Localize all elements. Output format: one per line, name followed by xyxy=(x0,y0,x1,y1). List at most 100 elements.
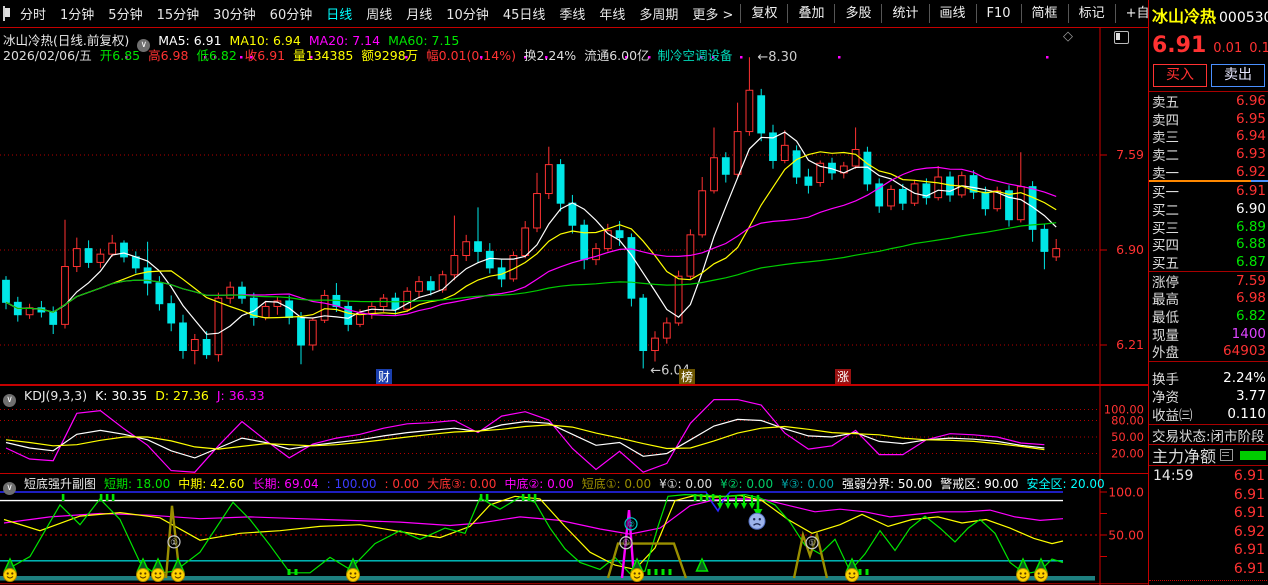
legend-item: 额9298万 xyxy=(361,48,418,63)
tool-menu-item[interactable]: 复权 xyxy=(740,4,787,23)
smiley-face-icon xyxy=(137,569,150,582)
tool-menu-item[interactable]: 简框 xyxy=(1021,4,1068,23)
level-price: 6.94 xyxy=(1236,128,1266,144)
candlestick-chart[interactable]: ←8.30←6.04财榜涨7.596.906.21 xyxy=(0,27,1148,385)
tool-menu-item[interactable]: 统计 xyxy=(881,4,928,23)
period-tab[interactable]: 多周期 xyxy=(632,4,685,23)
level-price: 6.96 xyxy=(1236,93,1266,109)
period-tab[interactable]: 分时 xyxy=(13,4,53,23)
period-tab[interactable]: 季线 xyxy=(552,4,592,23)
tool-menu-item[interactable]: 画线 xyxy=(929,4,976,23)
legend-item: 高6.98 xyxy=(148,48,188,63)
price-change-percent: 0.14% xyxy=(1249,41,1268,56)
bid-level-row[interactable]: 买三6.89 xyxy=(1149,218,1268,236)
period-tab[interactable]: 1分钟 xyxy=(53,4,101,23)
period-tab[interactable]: 年线 xyxy=(592,4,632,23)
period-tab[interactable]: 60分钟 xyxy=(263,4,320,23)
stat-row: 最高6.98 xyxy=(1149,290,1268,308)
legend-item: K: 30.35 xyxy=(95,388,147,403)
stat-row: 外盘64903 xyxy=(1149,343,1268,361)
legend-item: 警戒区: 90.00 xyxy=(940,477,1018,491)
bottom-signal-bar xyxy=(662,569,665,575)
price-axis-label: 7.59 xyxy=(1116,147,1144,162)
tick-row: 6.92 xyxy=(1149,523,1268,542)
detail-list-icon[interactable] xyxy=(1220,449,1233,461)
stat-value: 7.59 xyxy=(1236,273,1266,289)
tick-row: 6.91 xyxy=(1149,504,1268,523)
buy-mark xyxy=(100,494,103,501)
bottom-signal-bar xyxy=(288,569,291,575)
watermark-text: 榜 xyxy=(681,369,693,384)
period-tab[interactable]: 15分钟 xyxy=(150,4,207,23)
tool-menu-item[interactable]: F10 xyxy=(976,4,1021,23)
ma-line-60 xyxy=(6,223,1056,313)
legend-item: 低6.82 xyxy=(196,48,236,63)
period-toolbar: 分时1分钟5分钟15分钟30分钟60分钟日线周线月线10分钟45日线季线年线多周… xyxy=(0,0,1148,28)
period-tab[interactable]: 日线 xyxy=(319,4,359,23)
period-tab[interactable]: 5分钟 xyxy=(101,4,149,23)
stat-value: 0.110 xyxy=(1227,406,1266,422)
legend-item: 开6.85 xyxy=(100,48,140,63)
last-price: 6.91 xyxy=(1152,33,1206,58)
bottom-signal-bar xyxy=(655,569,658,575)
legend-item: : 100.00 xyxy=(327,477,377,491)
level-label: 买五 xyxy=(1152,252,1179,272)
diamond-icon[interactable]: ◇ xyxy=(1063,29,1073,44)
legend-item: 收6.91 xyxy=(245,48,285,63)
legend-item: D: 27.36 xyxy=(155,388,209,403)
quote-sidebar: 冰山冷热000530 6.91 0.01 0.14% 买入 卖出 卖五6.96卖… xyxy=(1148,0,1268,585)
legend-item: J: 36.33 xyxy=(217,388,265,403)
level-price: 6.95 xyxy=(1236,111,1266,127)
smiley-face-icon xyxy=(1017,569,1030,582)
legend-item: 2026/02/06/五 xyxy=(3,48,92,63)
bid-level-row[interactable]: 买四6.88 xyxy=(1149,236,1268,254)
sub-indicator-header: ∨短底强升副图短期: 18.00中期: 42.60长期: 69.04: 100.… xyxy=(3,475,1121,495)
event-dot xyxy=(1046,56,1049,59)
legend-item: : 0.00 xyxy=(385,477,420,491)
legend-item: ¥③: 0.00 xyxy=(781,477,834,491)
buy-mark xyxy=(694,494,697,501)
buy-mark xyxy=(480,494,483,501)
stock-code: 000530 xyxy=(1219,10,1268,26)
bid-level-row[interactable]: 买一6.91 xyxy=(1149,182,1268,200)
ask-level-row[interactable]: 卖四6.95 xyxy=(1149,110,1268,128)
buy-mark xyxy=(700,494,703,501)
chevron-down-icon[interactable]: ∨ xyxy=(3,394,16,407)
svg-text:①: ① xyxy=(622,539,630,549)
stat-row: 换手2.24% xyxy=(1149,369,1268,387)
tool-menu-item[interactable]: 多股 xyxy=(834,4,881,23)
ask-level-row[interactable]: 卖二6.93 xyxy=(1149,145,1268,163)
period-tab[interactable]: 45日线 xyxy=(496,4,553,23)
ma-line-20 xyxy=(6,167,1056,315)
period-tab[interactable]: 更多 > xyxy=(685,4,740,23)
tool-menu-item[interactable]: 标记 xyxy=(1068,4,1115,23)
legend-item: 大底③: 0.00 xyxy=(427,477,496,491)
down-arrow-icon xyxy=(741,503,747,509)
ohlc-info-row: 2026/02/06/五开6.85高6.98低6.82收6.91量134385额… xyxy=(3,45,741,64)
panel-layout-icon[interactable] xyxy=(3,6,5,21)
sell-button[interactable]: 卖出 xyxy=(1211,64,1265,87)
level-price: 6.93 xyxy=(1236,146,1266,162)
smiley-face-icon xyxy=(152,569,165,582)
period-tab[interactable]: 30分钟 xyxy=(206,4,263,23)
tick-list[interactable]: 6.916.916.926.916.91 xyxy=(1149,485,1268,578)
chevron-down-icon[interactable]: ∨ xyxy=(3,482,16,495)
bid-level-row[interactable]: 买五6.87 xyxy=(1149,253,1268,271)
stat-value: 64903 xyxy=(1223,343,1266,359)
period-tab[interactable]: 10分钟 xyxy=(439,4,496,23)
bid-level-row[interactable]: 买二6.90 xyxy=(1149,200,1268,218)
period-tab[interactable]: 月线 xyxy=(399,4,439,23)
ask-level-row[interactable]: 卖三6.94 xyxy=(1149,127,1268,145)
period-tab[interactable]: 周线 xyxy=(359,4,399,23)
ask-level-row[interactable]: 卖五6.96 xyxy=(1149,92,1268,110)
ask-level-row[interactable]: 卖一6.92 xyxy=(1149,163,1268,181)
buy-mark xyxy=(712,494,715,501)
price-axis-label: 6.90 xyxy=(1116,242,1144,257)
candlestick-series xyxy=(3,57,1060,368)
smiley-face-icon xyxy=(631,569,644,582)
stat-value: 6.98 xyxy=(1236,290,1266,306)
tool-menu-item[interactable]: 叠加 xyxy=(787,4,834,23)
bottom-signal-bar xyxy=(669,569,672,575)
split-window-icon[interactable] xyxy=(1114,31,1129,44)
buy-button[interactable]: 买入 xyxy=(1153,64,1207,87)
